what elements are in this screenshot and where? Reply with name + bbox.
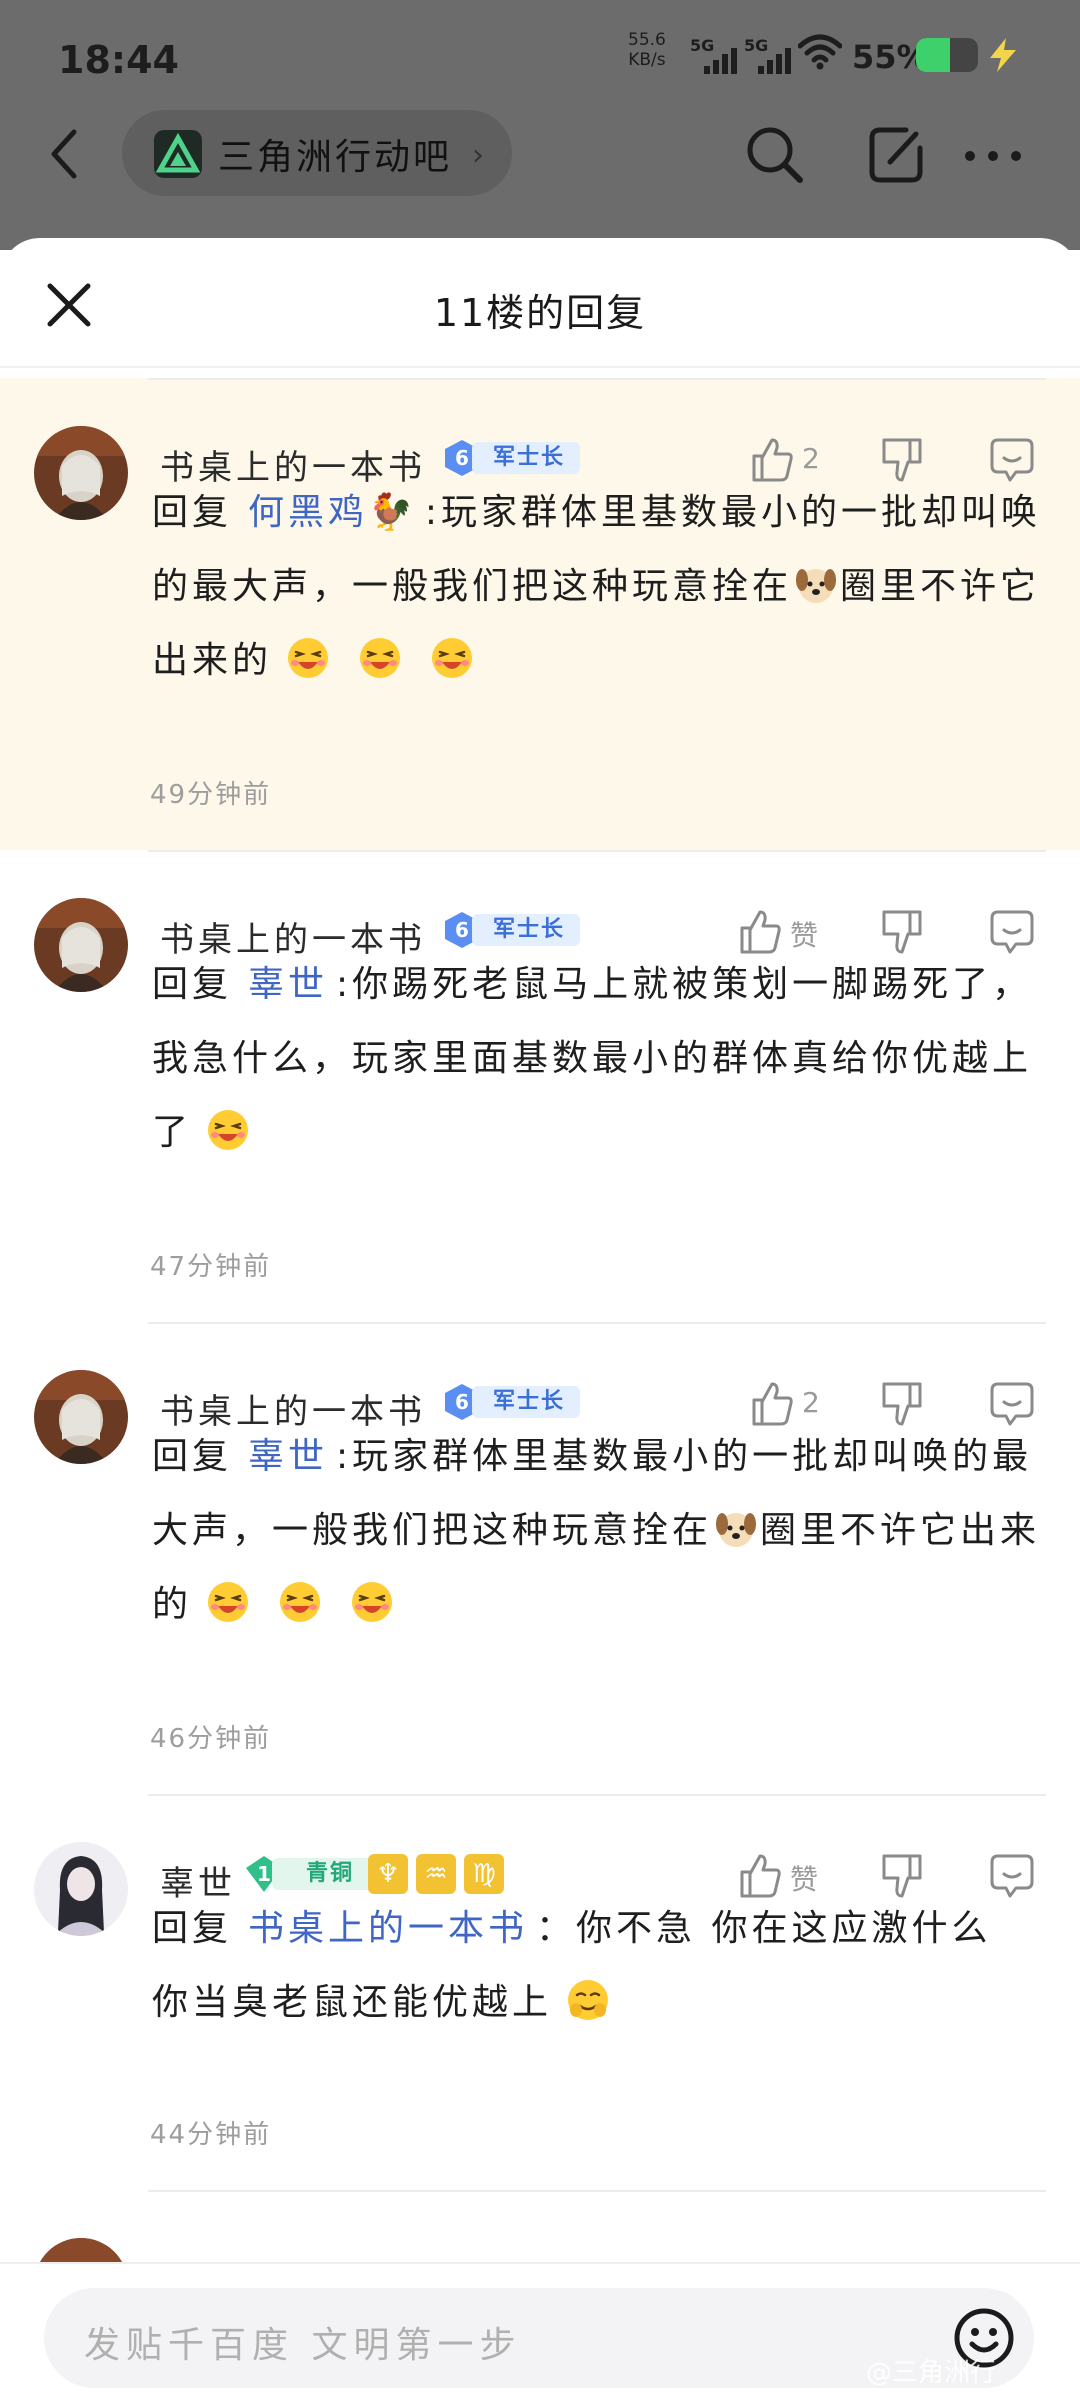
comment-item: 书桌上的一本书 6 军士长 2 bbox=[0, 1322, 1080, 1794]
battery-icon bbox=[916, 38, 978, 72]
comment-text: 回复 书桌上的一本书 ：你不急 你在这应激什么 你当臭老鼠还能优越上 bbox=[152, 1908, 992, 2023]
background-page: 18:44 55.6 KB/s 5G 5G 55% 三角洲行动吧 › bbox=[0, 0, 1080, 250]
sheet-header: 11楼的回复 bbox=[0, 238, 1080, 368]
divider bbox=[148, 378, 1046, 380]
signal-icon: 5G bbox=[690, 36, 742, 76]
chevron-right-icon: › bbox=[472, 138, 484, 173]
smirk-emoji-icon bbox=[568, 1980, 609, 2020]
status-bar: 18:44 55.6 KB/s 5G 5G 55% bbox=[0, 0, 1080, 110]
comment-time: 47分钟前 bbox=[150, 1252, 272, 1282]
divider bbox=[148, 1322, 1046, 1324]
network-speed: 55.6 KB/s bbox=[628, 30, 666, 70]
laughing-emoji-icon bbox=[360, 638, 401, 678]
laughing-emoji-icon bbox=[352, 1582, 393, 1622]
rank-badge: 6 军士长 bbox=[442, 438, 580, 478]
forum-pill[interactable]: 三角洲行动吧 › bbox=[122, 110, 512, 196]
laughing-emoji-icon bbox=[208, 1110, 249, 1150]
forum-name: 三角洲行动吧 bbox=[218, 137, 453, 178]
mention-link[interactable]: 辜世 bbox=[248, 964, 328, 1005]
laughing-emoji-icon bbox=[432, 638, 473, 678]
status-time: 18:44 bbox=[58, 38, 179, 82]
battery-fill bbox=[916, 38, 951, 72]
replies-sheet: 11楼的回复 书桌上的一本书 6 军士长 2 回复 何黑鸡🐓:玩家群体里基数最… bbox=[0, 238, 1080, 2400]
avatar[interactable] bbox=[34, 1370, 128, 1464]
divider bbox=[148, 1794, 1046, 1796]
wifi-icon bbox=[798, 34, 842, 70]
more-button[interactable] bbox=[962, 136, 1024, 176]
laughing-emoji-icon bbox=[288, 638, 329, 678]
laughing-emoji-icon bbox=[280, 1582, 321, 1622]
zodiac-neptune-icon: ♆ bbox=[368, 1854, 408, 1894]
watermark: @三角洲行 bbox=[866, 2358, 997, 2388]
reply-list: 书桌上的一本书 6 军士长 2 回复 何黑鸡🐓:玩家群体里基数最小的一批却叫唤… bbox=[0, 378, 1080, 2390]
comment-item: 书桌上的一本书 6 军士长 2 bbox=[0, 378, 1080, 850]
sheet-title: 11楼的回复 bbox=[433, 291, 647, 335]
forum-logo-icon bbox=[154, 130, 202, 178]
like-count: 2 bbox=[802, 442, 820, 475]
dog-emoji-icon bbox=[796, 569, 837, 603]
comment-time: 49分钟前 bbox=[150, 780, 272, 810]
comment-time: 46分钟前 bbox=[150, 1724, 272, 1754]
comment-item: 书桌上的一本书 6 军士长 赞 回复 辜世:你踢死老鼠马上就被策划一脚踢死了，… bbox=[0, 850, 1080, 1322]
comment-time: 44分钟前 bbox=[150, 2120, 272, 2150]
signal-icon-2: 5G bbox=[744, 36, 796, 76]
edit-post-button[interactable] bbox=[866, 122, 926, 186]
divider bbox=[148, 2190, 1046, 2192]
avatar[interactable] bbox=[34, 426, 128, 520]
rank-badge: 1 青铜 bbox=[244, 1854, 384, 1894]
reply-input-placeholder: 发贴千百度 文明第一步 bbox=[84, 2325, 522, 2366]
comment-text: 回复 何黑鸡🐓:玩家群体里基数最小的一批却叫唤的最大声，一般我们把这种玩意拴在 圈里… bbox=[152, 492, 1041, 681]
comment-item: 辜世 1 青铜 ♆ ♒ ♍ 赞 回复 书桌上的一本书 ：你不急 你在这应激什么 … bbox=[0, 1794, 1080, 2190]
search-button[interactable] bbox=[742, 122, 806, 186]
laughing-emoji-icon bbox=[208, 1582, 249, 1622]
like-count: 2 bbox=[802, 1386, 820, 1419]
rank-badge: 6 军士长 bbox=[442, 1382, 580, 1422]
rank-badge: 6 军士长 bbox=[442, 910, 580, 950]
zodiac-aquarius-icon: ♒ bbox=[416, 1854, 456, 1894]
zodiac-virgo-icon: ♍ bbox=[464, 1854, 504, 1894]
comment-text: 回复 辜世:你踢死老鼠马上就被策划一脚踢死了，我急什么，玩家里面基数最小的群体真给… bbox=[152, 964, 1033, 1153]
dog-emoji-icon bbox=[716, 1513, 757, 1547]
comment-text: 回复 辜世:玩家群体里基数最小的一批却叫唤的最大声，一般我们把这种玩意拴在 圈里不许… bbox=[152, 1436, 1041, 1625]
back-button[interactable] bbox=[44, 124, 84, 184]
avatar[interactable] bbox=[34, 1842, 128, 1936]
mention-link[interactable]: 书桌上的一本书 bbox=[248, 1908, 528, 1949]
mention-link[interactable]: 何黑鸡🐓 bbox=[248, 492, 417, 533]
top-nav: 三角洲行动吧 › bbox=[0, 110, 1080, 230]
divider bbox=[148, 850, 1046, 852]
charging-icon bbox=[990, 38, 1016, 72]
mention-link[interactable]: 辜世 bbox=[248, 1436, 328, 1477]
avatar[interactable] bbox=[34, 898, 128, 992]
